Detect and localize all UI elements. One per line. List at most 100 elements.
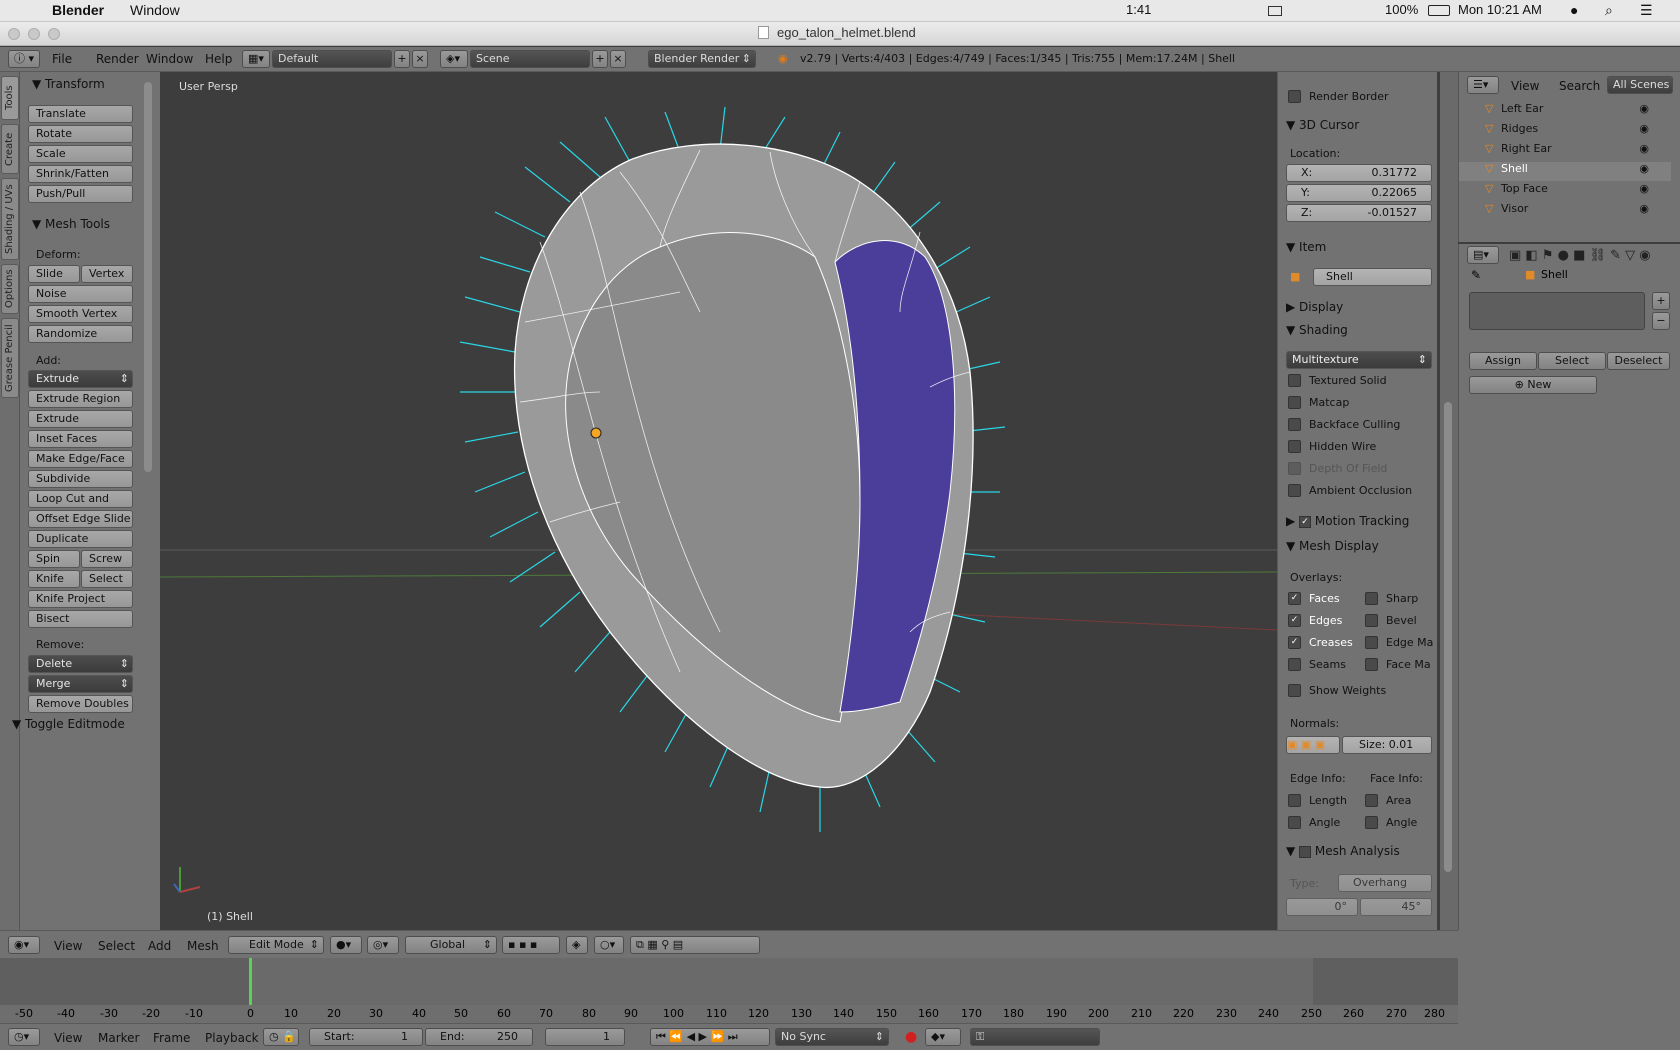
end-frame-field[interactable]: End: 250 [425, 1028, 533, 1046]
face-area-checkbox[interactable] [1365, 794, 1378, 807]
creases-checkbox[interactable]: ✓ [1288, 636, 1301, 649]
assign-button[interactable]: Assign [1469, 352, 1537, 370]
shrink-fatten-button[interactable]: Shrink/Fatten [28, 165, 133, 183]
bisect-button[interactable]: Bisect [28, 610, 133, 628]
item-name-field[interactable]: Shell [1313, 268, 1432, 286]
deselect-button[interactable]: Deselect [1607, 352, 1670, 370]
context-tabs-icons[interactable]: ▣ ◧ ⚑ ● ■ ⛓ ✎ ▽ ◉ [1509, 248, 1651, 263]
make-edge-face-button[interactable]: Make Edge/Face [28, 450, 133, 468]
add-slot-icon[interactable]: + [1652, 292, 1670, 310]
notification-center-icon[interactable]: ☰ [1640, 2, 1653, 19]
transform-orientation-dropdown[interactable]: Global ⇕ [405, 936, 497, 954]
timeline-ruler[interactable]: -50 -40 -30 -20 -10 0 10 20 30 40 50 60 … [0, 1005, 1458, 1023]
eye-icon[interactable]: ◉ [1639, 122, 1649, 135]
remove-scene-icon[interactable]: × [610, 50, 626, 68]
outliner-item[interactable]: ▽ Visor ◉ [1459, 202, 1671, 221]
hidden-wire-checkbox[interactable] [1288, 440, 1301, 453]
seams-checkbox[interactable] [1288, 658, 1301, 671]
push-pull-button[interactable]: Push/Pull [28, 185, 133, 203]
scale-button[interactable]: Scale [28, 145, 133, 163]
active-keying-set-field[interactable]: ⚿ [970, 1028, 1100, 1046]
menu-select[interactable]: Select [98, 939, 135, 953]
pin-icon[interactable]: ✎ [1471, 268, 1481, 282]
textured-solid-checkbox[interactable] [1288, 374, 1301, 387]
remove-slot-icon[interactable]: − [1652, 312, 1670, 330]
menu-mesh[interactable]: Mesh [187, 939, 219, 953]
knife-project-button[interactable]: Knife Project [28, 590, 133, 608]
viewport-shading-dropdown[interactable]: ●▾ [330, 936, 362, 954]
eye-icon[interactable]: ◉ [1639, 142, 1649, 155]
layout-icon-button[interactable]: ▦▾ [242, 50, 270, 68]
menu-view[interactable]: View [54, 939, 82, 953]
playback-controls[interactable]: ⏮ ⏪ ◀ ▶ ⏩ ⏭ [650, 1028, 770, 1046]
clock[interactable]: Mon 10:21 AM [1458, 2, 1542, 17]
backface-culling-checkbox[interactable] [1288, 418, 1301, 431]
scene-field[interactable]: Scene [470, 50, 590, 68]
add-scene-icon[interactable]: + [592, 50, 608, 68]
extrude-region-button[interactable]: Extrude Region [28, 390, 133, 408]
smooth-vertex-button[interactable]: Smooth Vertex [28, 305, 133, 323]
menu-render[interactable]: Render [96, 52, 139, 66]
material-slot-list[interactable] [1469, 292, 1645, 330]
slide-vertex-button[interactable]: Vertex [81, 265, 133, 283]
outliner-display-mode[interactable]: All Scenes [1607, 76, 1673, 94]
mode-dropdown[interactable]: Edit Mode ⇕ [228, 936, 324, 954]
3d-viewport[interactable]: User Persp (1) Shell [160, 72, 1277, 930]
duplicate-button[interactable]: Duplicate [28, 530, 133, 548]
slide-edge-button[interactable]: Slide Ed [28, 265, 80, 296]
sync-mode-dropdown[interactable]: No Sync ⇕ [775, 1028, 889, 1046]
user-icon[interactable]: ● [1570, 2, 1578, 18]
eye-icon[interactable]: ◉ [1639, 162, 1649, 175]
extrude-dropdown[interactable]: Extrude ⇕ [28, 370, 133, 388]
face-angle-checkbox[interactable] [1365, 816, 1378, 829]
edge-length-checkbox[interactable] [1288, 794, 1301, 807]
rotate-button[interactable]: Rotate [28, 125, 133, 143]
sharp-checkbox[interactable] [1365, 592, 1378, 605]
extrude-individual-button[interactable]: Extrude Individual [28, 410, 133, 441]
outliner-item[interactable]: ▽ Left Ear ◉ [1459, 102, 1671, 121]
wifi-icon[interactable] [1268, 6, 1282, 16]
select-button[interactable]: Select [1538, 352, 1606, 370]
menu-add[interactable]: Add [148, 939, 171, 953]
normals-display-buttons[interactable]: ▣ ▣ ▣ [1286, 736, 1340, 754]
tab-tools[interactable]: Tools [1, 76, 19, 120]
tab-shading-uvs[interactable]: Shading / UVs [1, 178, 19, 260]
shading-panel-header[interactable]: ▼ Shading [1286, 323, 1434, 341]
zoom-window-button[interactable] [48, 28, 60, 40]
scene-icon-button[interactable]: ◈▾ [440, 50, 468, 68]
3d-cursor-panel-header[interactable]: ▼ 3D Cursor [1286, 118, 1434, 136]
knife-select-button[interactable]: Select [81, 570, 133, 588]
editor-type-info-button[interactable]: ⓘ ▾ [8, 50, 40, 68]
subdivide-button[interactable]: Subdivide [28, 470, 133, 488]
eye-icon[interactable]: ◉ [1639, 182, 1649, 195]
normals-size-field[interactable]: Size: 0.01 [1342, 736, 1432, 754]
ambient-occlusion-checkbox[interactable] [1288, 484, 1301, 497]
tab-grease-pencil[interactable]: Grease Pencil [1, 318, 19, 398]
toggle-editmode-panel-header[interactable]: ▼ Toggle Editmode [12, 717, 125, 731]
matcap-checkbox[interactable] [1288, 396, 1301, 409]
cursor-x-field[interactable]: X: 0.31772 [1286, 164, 1432, 182]
randomize-button[interactable]: Randomize [28, 325, 133, 343]
start-frame-field[interactable]: Start: 1 [309, 1028, 423, 1046]
cursor-z-field[interactable]: Z: -0.01527 [1286, 204, 1432, 222]
timeline-editor-type-button[interactable]: ◷▾ [8, 1028, 40, 1046]
motion-tracking-panel-header[interactable]: ▶ ✓ Motion Tracking [1286, 514, 1434, 532]
snapping-tools[interactable]: ⧉ ▦ ⚲ ▤ [630, 936, 760, 954]
remove-layout-icon[interactable]: × [412, 50, 428, 68]
outliner-search-menu[interactable]: Search [1559, 79, 1600, 93]
current-frame-field[interactable]: 1 [545, 1028, 625, 1046]
menu-help[interactable]: Help [205, 52, 232, 66]
translate-button[interactable]: Translate [28, 105, 133, 123]
new-material-button[interactable]: ⊕ New [1469, 376, 1597, 394]
remove-doubles-button[interactable]: Remove Doubles [28, 695, 133, 713]
tab-create[interactable]: Create [1, 124, 19, 174]
outliner-item-selected[interactable]: ▽ Shell ◉ [1459, 162, 1671, 181]
toolshelf-scrollbar[interactable] [144, 82, 152, 472]
item-panel-header[interactable]: ▼ Item [1286, 240, 1434, 258]
shading-mode-dropdown[interactable]: Multitexture ⇕ [1286, 351, 1432, 369]
layout-field[interactable]: Default [272, 50, 392, 68]
pivot-point-dropdown[interactable]: ◎▾ [367, 936, 399, 954]
properties-scrollbar[interactable] [1444, 402, 1452, 872]
app-menu[interactable]: Blender [52, 2, 104, 18]
edge-angle-checkbox[interactable] [1288, 816, 1301, 829]
